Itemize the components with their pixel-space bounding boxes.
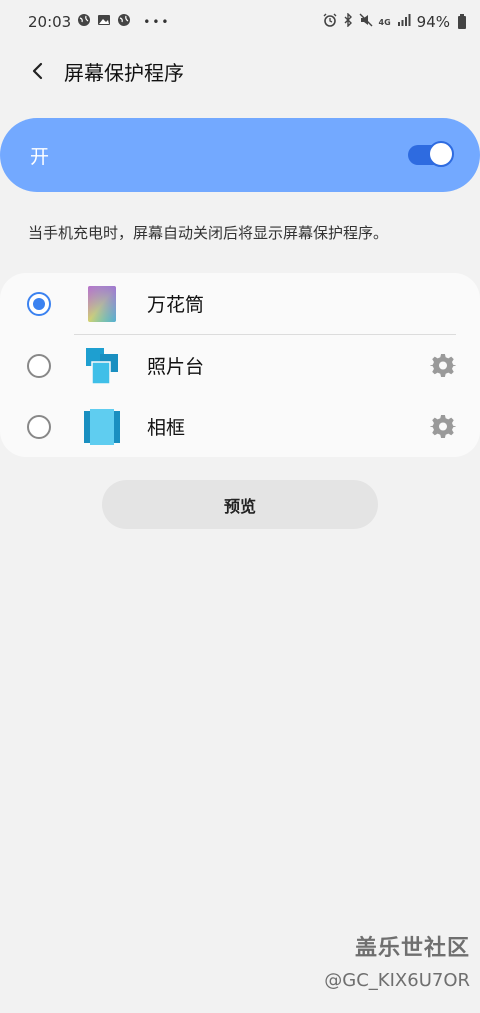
radio-photo-table[interactable]: [27, 353, 51, 378]
master-switch-label: 开: [30, 145, 50, 168]
signal-icon: [397, 14, 411, 30]
globe-icon-2: [117, 13, 131, 31]
master-toggle[interactable]: [408, 141, 454, 167]
radio-photo-frame[interactable]: [27, 414, 51, 439]
alarm-icon: [323, 13, 337, 31]
watermark: 盖乐世社区 @GC_KIX6U7OR: [324, 930, 470, 991]
master-switch-bar[interactable]: 开: [0, 118, 480, 192]
photo-frame-icon: [84, 408, 120, 445]
screensaver-options-list: 万花筒 照片台 相框: [0, 273, 480, 457]
more-notifications-icon: •••: [143, 15, 171, 29]
description-text: 当手机充电时，屏幕自动关闭后将显示屏幕保护程序。: [28, 224, 389, 242]
preview-button[interactable]: 预览: [102, 480, 378, 529]
bluetooth-icon: [343, 12, 353, 31]
photo-table-settings-gear-icon[interactable]: [430, 353, 456, 379]
watermark-brand: 盖乐世社区: [354, 936, 470, 961]
option-kaleidoscope[interactable]: 万花筒: [0, 273, 480, 334]
gallery-icon: [97, 13, 111, 31]
status-time: 20:03: [28, 13, 72, 31]
option-label-photo-table: 照片台: [147, 356, 205, 378]
network-type: 4G: [378, 17, 391, 27]
battery-icon: [458, 13, 466, 29]
back-button[interactable]: [18, 51, 58, 91]
radio-kaleidoscope[interactable]: [27, 291, 51, 316]
option-label-photo-frame: 相框: [147, 417, 186, 439]
back-arrow-icon: [32, 62, 43, 80]
photo-table-icon: [86, 347, 118, 385]
photo-frame-settings-gear-icon[interactable]: [430, 414, 456, 440]
status-right: 4G 94%: [323, 12, 466, 31]
kaleidoscope-icon: [88, 285, 116, 322]
toggle-knob: [428, 141, 454, 167]
option-photo-frame[interactable]: 相框: [0, 396, 480, 457]
watermark-user: @GC_KIX6U7OR: [324, 970, 470, 991]
status-bar: 20:03 ••• 4G 94%: [0, 0, 480, 44]
option-photo-table[interactable]: 照片台: [0, 335, 480, 396]
screen-saver-settings-page: 20:03 ••• 4G 94% 屏幕保护程序 开 当手机充电时，屏幕自动关闭后…: [0, 0, 480, 1013]
option-label-kaleidoscope: 万花筒: [147, 294, 205, 316]
globe-icon: [77, 13, 91, 31]
battery-percent: 94%: [416, 13, 450, 31]
header: 屏幕保护程序: [0, 48, 480, 94]
status-left: 20:03 •••: [28, 13, 170, 31]
mute-icon: [359, 13, 373, 31]
page-title: 屏幕保护程序: [64, 60, 184, 85]
